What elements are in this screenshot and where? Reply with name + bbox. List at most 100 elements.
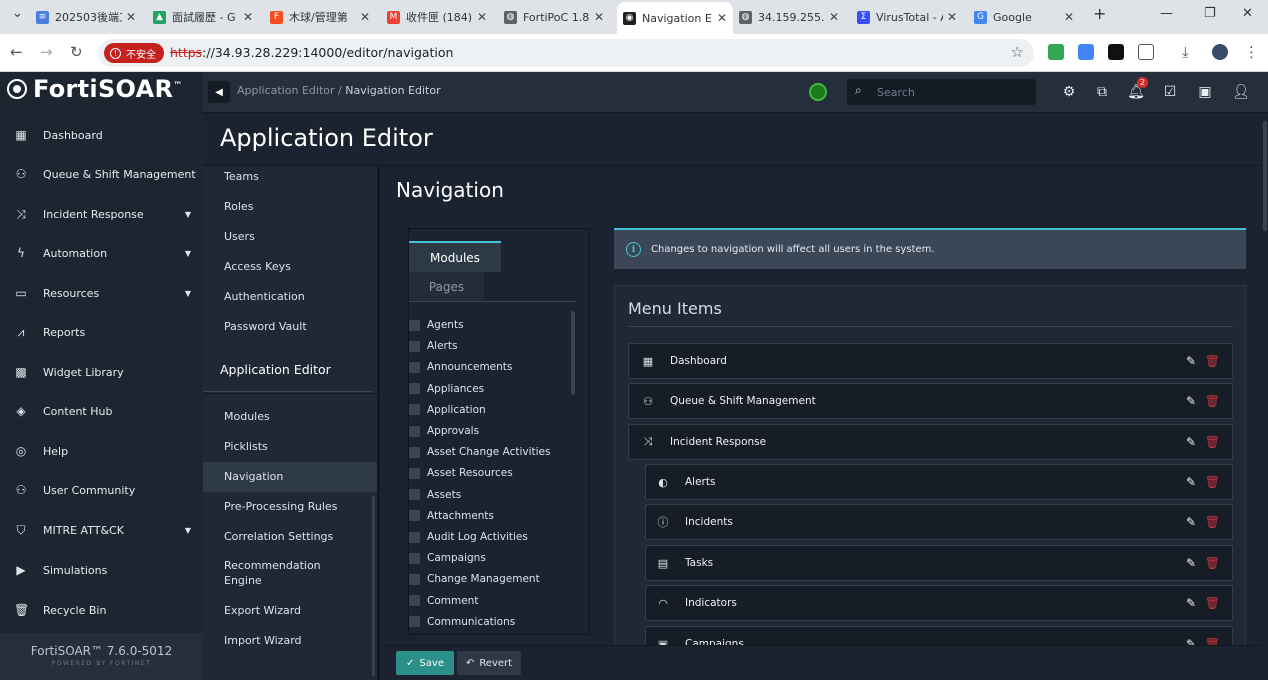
url-text[interactable]: https://34.93.28.229:14000/editor/naviga… bbox=[170, 45, 453, 60]
module-checkbox[interactable] bbox=[409, 531, 420, 543]
user-icon[interactable]: 👤︎ bbox=[1231, 82, 1251, 102]
menu-item-row[interactable]: ◐ Alerts ✎ 🗑︎ bbox=[645, 464, 1233, 500]
sidebar-item[interactable]: ⛉ MITRE ATT&CK ▼ bbox=[0, 512, 203, 548]
delete-icon[interactable]: 🗑︎ bbox=[1205, 596, 1220, 610]
browser-tab[interactable]: ◍ 34.159.255.1 ✕ bbox=[733, 6, 845, 28]
close-tab-icon[interactable]: ✕ bbox=[829, 10, 839, 24]
close-tab-icon[interactable]: ✕ bbox=[477, 10, 487, 24]
page-scrollbar-thumb[interactable] bbox=[1263, 121, 1267, 231]
browser-tab[interactable]: ≡ 202503後端工 ✕ bbox=[30, 6, 142, 28]
subnav-item[interactable]: Access Keys bbox=[203, 260, 377, 276]
delete-icon[interactable]: 🗑︎ bbox=[1205, 475, 1220, 489]
edit-icon[interactable]: ✎ bbox=[1186, 354, 1196, 368]
edit-icon[interactable]: ✎ bbox=[1186, 394, 1196, 408]
minimize-button[interactable]: — bbox=[1160, 6, 1173, 21]
subnav-item[interactable]: Authentication bbox=[203, 290, 377, 306]
sidebar-item[interactable]: ▭ Resources ▼ bbox=[0, 275, 203, 311]
module-checkbox[interactable] bbox=[409, 340, 420, 352]
close-tab-icon[interactable]: ✕ bbox=[947, 10, 957, 24]
sidebar-item[interactable]: ⚇ Queue & Shift Management bbox=[0, 156, 203, 192]
subnav-item[interactable]: Modules bbox=[203, 410, 377, 423]
close-tab-icon[interactable]: ✕ bbox=[243, 10, 253, 24]
sidebar-item[interactable]: ⤨ Incident Response ▼ bbox=[0, 196, 203, 232]
edit-icon[interactable]: ✎ bbox=[1186, 435, 1196, 449]
module-list-item[interactable]: Comment bbox=[409, 592, 478, 610]
module-checkbox[interactable] bbox=[409, 510, 420, 522]
tasks-check-icon[interactable]: ☑ bbox=[1160, 82, 1180, 102]
delete-icon[interactable]: 🗑︎ bbox=[1205, 515, 1220, 529]
tab-search-icon[interactable]: ⌄ bbox=[12, 6, 23, 21]
browser-menu-icon[interactable]: ⋮ bbox=[1244, 43, 1259, 61]
subnav-item[interactable]: Recommendation Engine bbox=[203, 558, 333, 588]
extension-icon[interactable] bbox=[1048, 44, 1064, 60]
close-tab-icon[interactable]: ✕ bbox=[126, 10, 136, 24]
back-arrow-icon[interactable]: ← bbox=[10, 43, 23, 61]
bookmark-star-icon[interactable]: ☆ bbox=[1011, 43, 1024, 61]
subnav-item[interactable]: Pre-Processing Rules bbox=[203, 500, 377, 513]
menu-item-row[interactable]: ⤨ Incident Response ✎ 🗑︎ bbox=[628, 424, 1233, 460]
subnav-item[interactable]: Roles bbox=[203, 200, 377, 216]
close-window-button[interactable]: ✕ bbox=[1242, 6, 1253, 21]
profile-avatar[interactable] bbox=[1212, 44, 1228, 60]
browser-tab[interactable]: ◉ Navigation E ✕ bbox=[617, 2, 733, 34]
delete-icon[interactable]: 🗑︎ bbox=[1205, 556, 1220, 570]
module-list-item[interactable]: Communications bbox=[409, 613, 515, 631]
menu-item-row[interactable]: ▤ Tasks ✎ 🗑︎ bbox=[645, 545, 1233, 581]
maximize-button[interactable]: ❐ bbox=[1204, 6, 1216, 21]
system-status-icon[interactable] bbox=[809, 83, 827, 101]
page-scrollbar[interactable] bbox=[1262, 113, 1268, 680]
sidebar-item[interactable]: ▦ Dashboard bbox=[0, 117, 203, 153]
module-checkbox[interactable] bbox=[409, 573, 420, 585]
settings-gear-icon[interactable]: ⚙ bbox=[1059, 82, 1079, 102]
module-list-item[interactable]: Application bbox=[409, 401, 486, 419]
module-checkbox[interactable] bbox=[409, 425, 420, 437]
edit-icon[interactable]: ✎ bbox=[1186, 556, 1196, 570]
save-button[interactable]: ✓ Save bbox=[396, 651, 454, 675]
module-checkbox[interactable] bbox=[409, 319, 420, 331]
revert-button[interactable]: ↶ Revert bbox=[457, 651, 521, 675]
tab-modules[interactable]: Modules bbox=[409, 241, 501, 272]
menu-item-row[interactable]: ▦ Dashboard ✎ 🗑︎ bbox=[628, 343, 1233, 379]
tab-pages[interactable]: Pages bbox=[409, 272, 484, 301]
module-list-item[interactable]: Campaigns bbox=[409, 549, 486, 567]
browser-tab[interactable]: Σ VirusTotal - A ✕ bbox=[851, 6, 963, 28]
module-list-item[interactable]: Asset Resources bbox=[409, 464, 513, 482]
new-tab-button[interactable]: + bbox=[1093, 4, 1106, 23]
breadcrumb-parent[interactable]: Application Editor bbox=[237, 84, 335, 97]
module-checkbox[interactable] bbox=[409, 361, 420, 373]
forward-arrow-icon[interactable]: → bbox=[40, 43, 53, 61]
subnav-item[interactable]: Correlation Settings bbox=[203, 530, 377, 543]
menu-item-row[interactable]: ⚇ Queue & Shift Management ✎ 🗑︎ bbox=[628, 383, 1233, 419]
sidebar-item[interactable]: ▶ Simulations bbox=[0, 552, 203, 588]
close-tab-icon[interactable]: ✕ bbox=[1064, 10, 1074, 24]
extensions-puzzle-icon[interactable] bbox=[1138, 44, 1154, 60]
caret-down-icon[interactable]: ▼ bbox=[185, 249, 191, 258]
sidebar-item[interactable]: ▩ Widget Library bbox=[0, 354, 203, 390]
subnav-item[interactable]: Users bbox=[203, 230, 377, 246]
browser-tab[interactable]: G Google ✕ bbox=[968, 6, 1080, 28]
sidebar-item[interactable]: ◈ Content Hub bbox=[0, 393, 203, 429]
module-checkbox[interactable] bbox=[409, 446, 420, 458]
delete-icon[interactable]: 🗑︎ bbox=[1205, 394, 1220, 408]
subnav-item[interactable]: Password Vault bbox=[203, 320, 377, 336]
module-checkbox[interactable] bbox=[409, 595, 420, 607]
module-list-item[interactable]: Attachments bbox=[409, 507, 494, 525]
translate-icon[interactable] bbox=[1078, 44, 1094, 60]
extension-pen-icon[interactable] bbox=[1108, 44, 1124, 60]
module-list-item[interactable]: Audit Log Activities bbox=[409, 528, 528, 546]
sidebar-item[interactable]: 🗑 Recycle Bin bbox=[0, 592, 203, 628]
browser-tab[interactable]: F 木球/管理第 ✕ bbox=[264, 6, 376, 28]
caret-down-icon[interactable]: ▼ bbox=[185, 210, 191, 219]
notifications-bell-icon[interactable]: 🔔︎ 2 bbox=[1126, 77, 1149, 102]
subnav-item[interactable]: Navigation bbox=[203, 462, 377, 492]
module-checkbox[interactable] bbox=[409, 467, 420, 479]
reload-icon[interactable]: ↻ bbox=[70, 43, 83, 61]
subnav-item[interactable]: Import Wizard bbox=[203, 634, 377, 647]
modules-scrollbar[interactable] bbox=[571, 311, 575, 395]
app-logo[interactable]: FortiSOAR™ bbox=[0, 72, 203, 113]
module-list-item[interactable]: Alerts bbox=[409, 337, 457, 355]
close-tab-icon[interactable]: ✕ bbox=[360, 10, 370, 24]
global-search[interactable]: ⌕ bbox=[847, 79, 1036, 105]
module-checkbox[interactable] bbox=[409, 404, 420, 416]
close-tab-icon[interactable]: ✕ bbox=[717, 11, 727, 25]
